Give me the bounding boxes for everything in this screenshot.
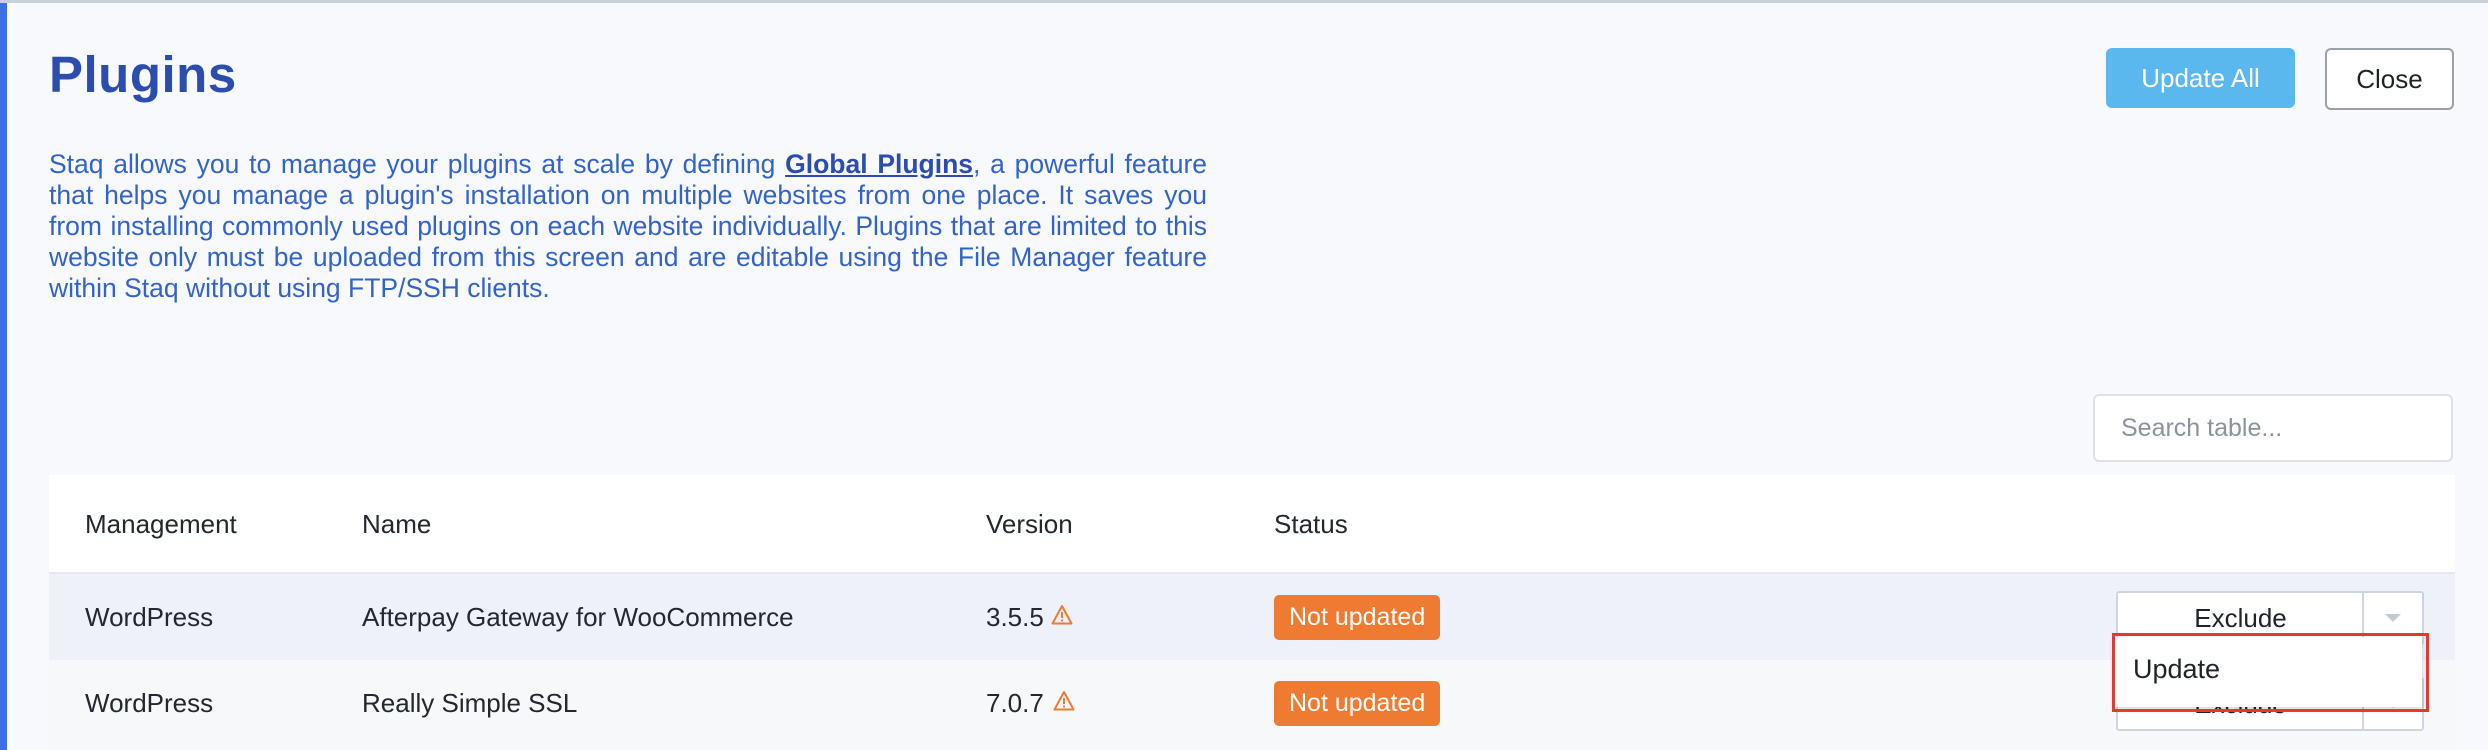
status-badge: Not updated [1274, 681, 1441, 726]
column-header-name[interactable]: Name [362, 509, 431, 540]
search-table-input[interactable] [2093, 394, 2453, 462]
close-button[interactable]: Close [2325, 48, 2454, 110]
cell-management: WordPress [85, 688, 214, 718]
plugins-modal: Plugins Update All Close Staq allows you… [0, 0, 2488, 750]
table-row: WordPress Really Simple SSL 7.0.7 Not up… [49, 660, 2455, 750]
cell-version: 3.5.5 [986, 602, 1044, 632]
table-row: WordPress Afterpay Gateway for WooCommer… [49, 574, 2455, 660]
global-plugins-link[interactable]: Global Plugins [785, 149, 973, 179]
select-value: Exclude [2194, 602, 2287, 633]
column-header-version[interactable]: Version [986, 509, 1073, 540]
cell-management: WordPress [85, 602, 214, 632]
dropdown-option-update[interactable]: Update [2133, 654, 2220, 685]
column-header-management[interactable]: Management [85, 509, 237, 540]
table-header: Management Name Version Status [49, 475, 2455, 574]
intro-text-start: Staq allows you to manage your plugins a… [49, 149, 786, 179]
cell-name: Afterpay Gateway for WooCommerce [362, 602, 794, 632]
cell-name: Really Simple SSL [362, 688, 578, 718]
page-title: Plugins [49, 46, 237, 103]
chevron-down-icon[interactable] [2362, 593, 2422, 643]
intro-paragraph: Staq allows you to manage your plugins a… [49, 149, 1207, 304]
warning-icon[interactable] [1051, 604, 1073, 626]
action-dropdown-menu: Update [2115, 637, 2422, 707]
left-accent-bar [0, 3, 7, 750]
status-badge: Not updated [1274, 595, 1441, 640]
plugins-table: Management Name Version Status WordPress… [49, 475, 2455, 750]
update-all-button[interactable]: Update All [2106, 48, 2295, 108]
column-header-status[interactable]: Status [1274, 509, 1348, 540]
cell-version: 7.0.7 [986, 688, 1044, 718]
warning-icon[interactable] [1053, 690, 1075, 712]
